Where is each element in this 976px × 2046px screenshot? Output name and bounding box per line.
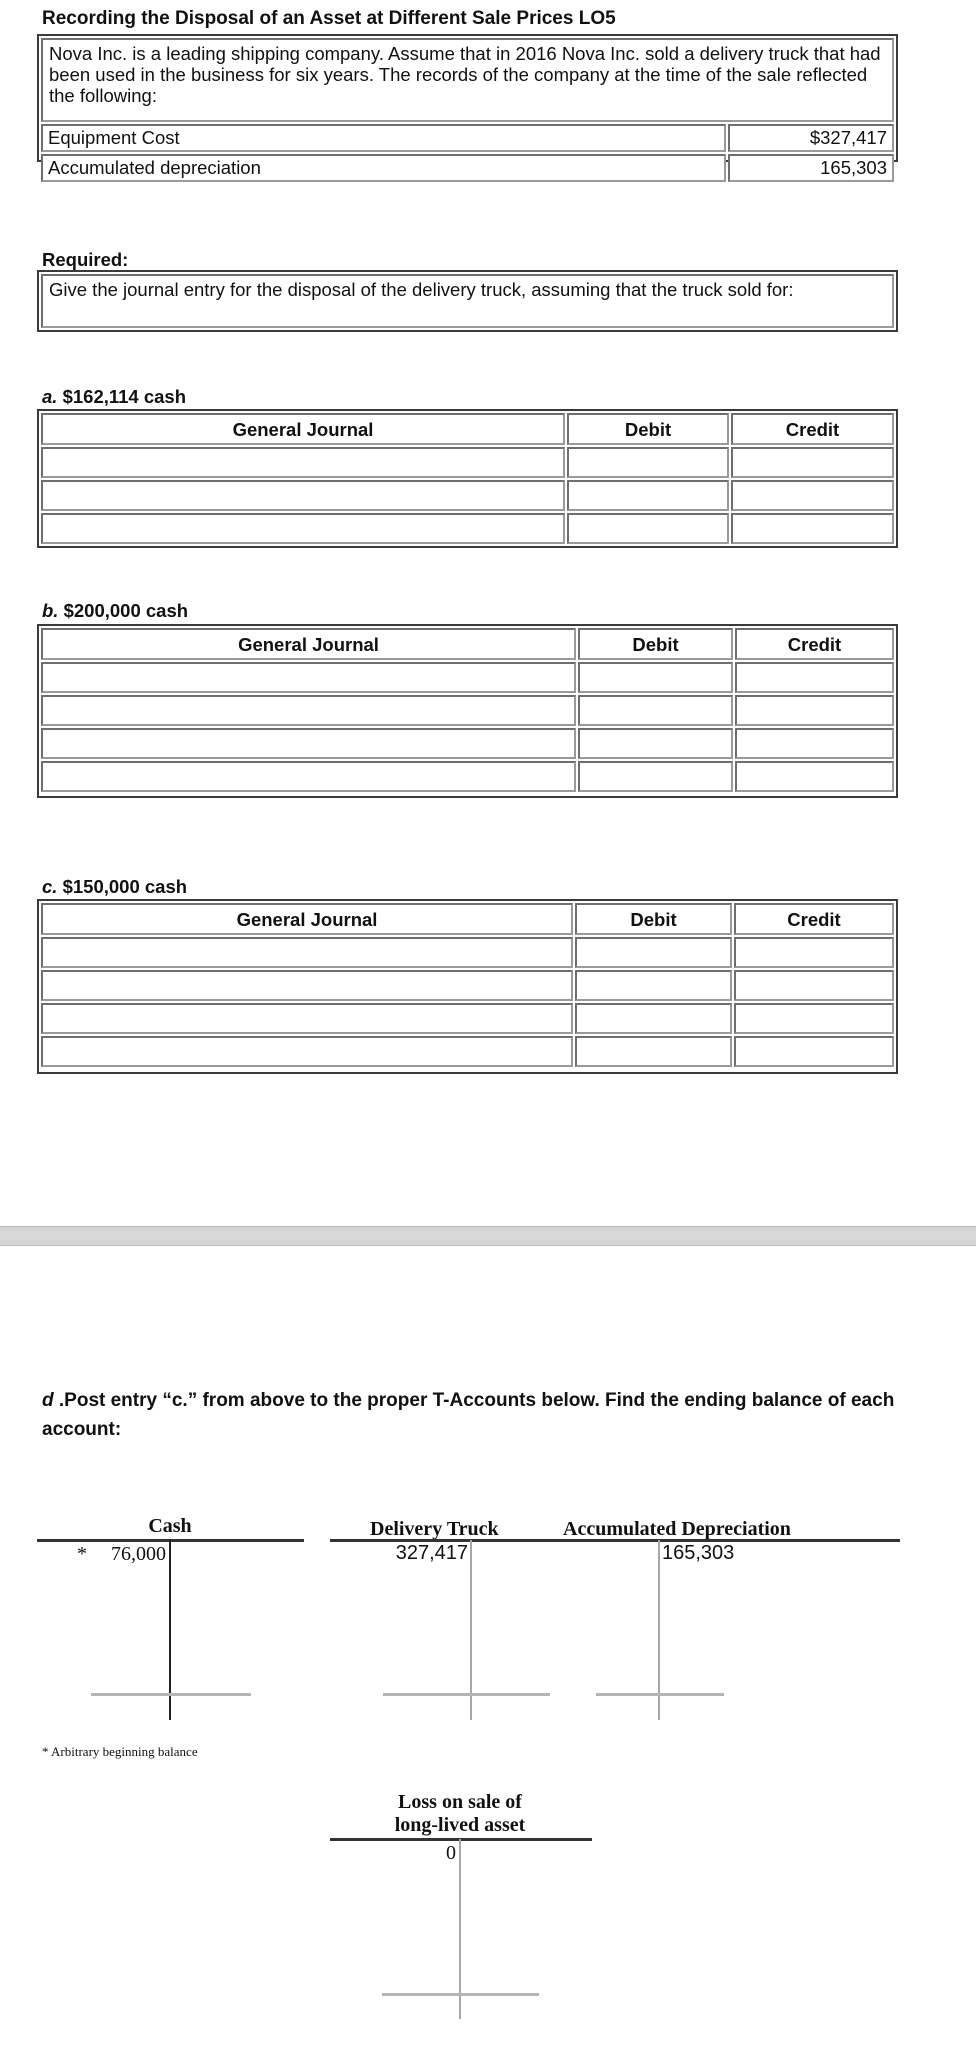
t-account-loss-on-sale-divider xyxy=(459,1839,461,2019)
t-account-cash-marker: * xyxy=(77,1543,87,1565)
journal-b-header-credit: Credit xyxy=(735,628,894,660)
journal-c-row-4-account[interactable] xyxy=(41,1036,573,1067)
part-d-instructions: d .Post entry “c.” from above to the pro… xyxy=(42,1386,922,1444)
journal-b-row-3-debit[interactable] xyxy=(578,728,733,759)
t-account-loss-on-sale-top-line xyxy=(330,1838,592,1841)
t-account-cash-total-line xyxy=(91,1693,251,1696)
journal-c-header-credit: Credit xyxy=(734,903,894,935)
journal-a-letter: a. xyxy=(42,386,58,407)
journal-a-row-2-credit[interactable] xyxy=(731,480,894,511)
journal-c-row-3-debit[interactable] xyxy=(575,1003,732,1034)
t-account-delivery-truck-debit[interactable]: 327,417 xyxy=(380,1542,468,1565)
journal-a-row-3-debit[interactable] xyxy=(567,513,729,544)
journal-b-row-2-account[interactable] xyxy=(41,695,576,726)
intro-text: Nova Inc. is a leading shipping company.… xyxy=(41,38,894,122)
journal-b-row-1-credit[interactable] xyxy=(735,662,894,693)
journal-b-header-debit: Debit xyxy=(578,628,733,660)
page-title: Recording the Disposal of an Asset at Di… xyxy=(42,8,616,29)
part-d-text: .Post entry “c.” from above to the prope… xyxy=(42,1390,895,1440)
journal-a-row-3-credit[interactable] xyxy=(731,513,894,544)
journal-c-label: c. $150,000 cash xyxy=(42,876,187,898)
journal-b-row-4-account[interactable] xyxy=(41,761,576,792)
journal-a-label: a. $162,114 cash xyxy=(42,386,186,408)
journal-c-row-1-debit[interactable] xyxy=(575,937,732,968)
journal-a-row-2-debit[interactable] xyxy=(567,480,729,511)
journal-a-row-1-debit[interactable] xyxy=(567,447,729,478)
journal-b-row-3-account[interactable] xyxy=(41,728,576,759)
t-account-delivery-truck-title: Delivery Truck xyxy=(370,1518,499,1540)
t-account-accumulated-depreciation-title: Accumulated Depreciation xyxy=(563,1518,791,1540)
t-account-loss-on-sale-title-line1: Loss on sale of xyxy=(398,1791,522,1813)
journal-b-row-1-account[interactable] xyxy=(41,662,576,693)
journal-c-amount: $150,000 cash xyxy=(57,876,188,897)
intro-table: Nova Inc. is a leading shipping company.… xyxy=(37,34,898,182)
journal-c-row-3-account[interactable] xyxy=(41,1003,573,1034)
journal-c-row-2-debit[interactable] xyxy=(575,970,732,1001)
journal-a-amount: $162,114 cash xyxy=(57,386,187,407)
part-d-letter: d xyxy=(42,1390,54,1411)
fact-value-equipment-cost: $327,417 xyxy=(728,124,894,152)
journal-c-table: General Journal Debit Credit xyxy=(37,899,898,1074)
journal-c-row-1-account[interactable] xyxy=(41,937,573,968)
t-account-accumulated-depreciation-debit[interactable] xyxy=(560,1542,654,1692)
required-box: Give the journal entry for the disposal … xyxy=(37,270,898,332)
page-divider xyxy=(0,1226,976,1246)
t-account-accumulated-depreciation-total-line xyxy=(596,1693,724,1696)
journal-c-row-4-credit[interactable] xyxy=(734,1036,894,1067)
journal-a-header-credit: Credit xyxy=(731,413,894,445)
journal-b-letter: b. xyxy=(42,600,59,621)
journal-a-row-2-account[interactable] xyxy=(41,480,565,511)
fact-label-equipment-cost: Equipment Cost xyxy=(41,124,726,152)
required-text: Give the journal entry for the disposal … xyxy=(41,274,894,328)
fact-value-accumulated-depreciation: 165,303 xyxy=(728,154,894,182)
journal-a-row-3-account[interactable] xyxy=(41,513,565,544)
t-account-cash-credit[interactable] xyxy=(173,1543,293,1693)
journal-c-header-debit: Debit xyxy=(575,903,732,935)
journal-c-row-3-credit[interactable] xyxy=(734,1003,894,1034)
journal-c-row-2-account[interactable] xyxy=(41,970,573,1001)
journal-b-amount: $200,000 cash xyxy=(58,600,189,621)
t-account-loss-on-sale-debit[interactable]: 0 xyxy=(400,1842,456,1865)
journal-b-row-4-credit[interactable] xyxy=(735,761,894,792)
footnote-arbitrary-balance: * Arbitrary beginning balance xyxy=(42,1744,198,1759)
journal-b-header-general-journal: General Journal xyxy=(41,628,576,660)
journal-b-row-2-credit[interactable] xyxy=(735,695,894,726)
t-account-loss-on-sale-total-line xyxy=(382,1993,539,1996)
journal-b-row-4-debit[interactable] xyxy=(578,761,733,792)
journal-c-row-1-credit[interactable] xyxy=(734,937,894,968)
journal-c-header-general-journal: General Journal xyxy=(41,903,573,935)
t-account-cash-debit[interactable]: 76,000 xyxy=(104,1543,166,1566)
journal-c-row-4-debit[interactable] xyxy=(575,1036,732,1067)
journal-b-row-3-credit[interactable] xyxy=(735,728,894,759)
journal-a-row-1-account[interactable] xyxy=(41,447,565,478)
journal-a-header-debit: Debit xyxy=(567,413,729,445)
journal-a-table: General Journal Debit Credit xyxy=(37,409,898,548)
t-account-loss-on-sale-title-line2: long-lived asset xyxy=(394,1814,526,1836)
journal-c-letter: c. xyxy=(42,876,58,897)
journal-b-row-2-debit[interactable] xyxy=(578,695,733,726)
t-account-cash-title: Cash xyxy=(148,1515,192,1537)
journal-c-row-2-credit[interactable] xyxy=(734,970,894,1001)
journal-b-table: General Journal Debit Credit xyxy=(37,624,898,798)
fact-label-accumulated-depreciation: Accumulated depreciation xyxy=(41,154,726,182)
t-account-loss-on-sale-credit[interactable] xyxy=(463,1842,583,1992)
journal-a-row-1-credit[interactable] xyxy=(731,447,894,478)
journal-b-label: b. $200,000 cash xyxy=(42,600,188,622)
journal-b-row-1-debit[interactable] xyxy=(578,662,733,693)
required-label: Required: xyxy=(42,249,129,270)
journal-a-header-general-journal: General Journal xyxy=(41,413,565,445)
t-account-delivery-truck-total-line xyxy=(383,1693,550,1696)
t-account-accumulated-depreciation-credit[interactable]: 165,303 xyxy=(662,1542,734,1565)
